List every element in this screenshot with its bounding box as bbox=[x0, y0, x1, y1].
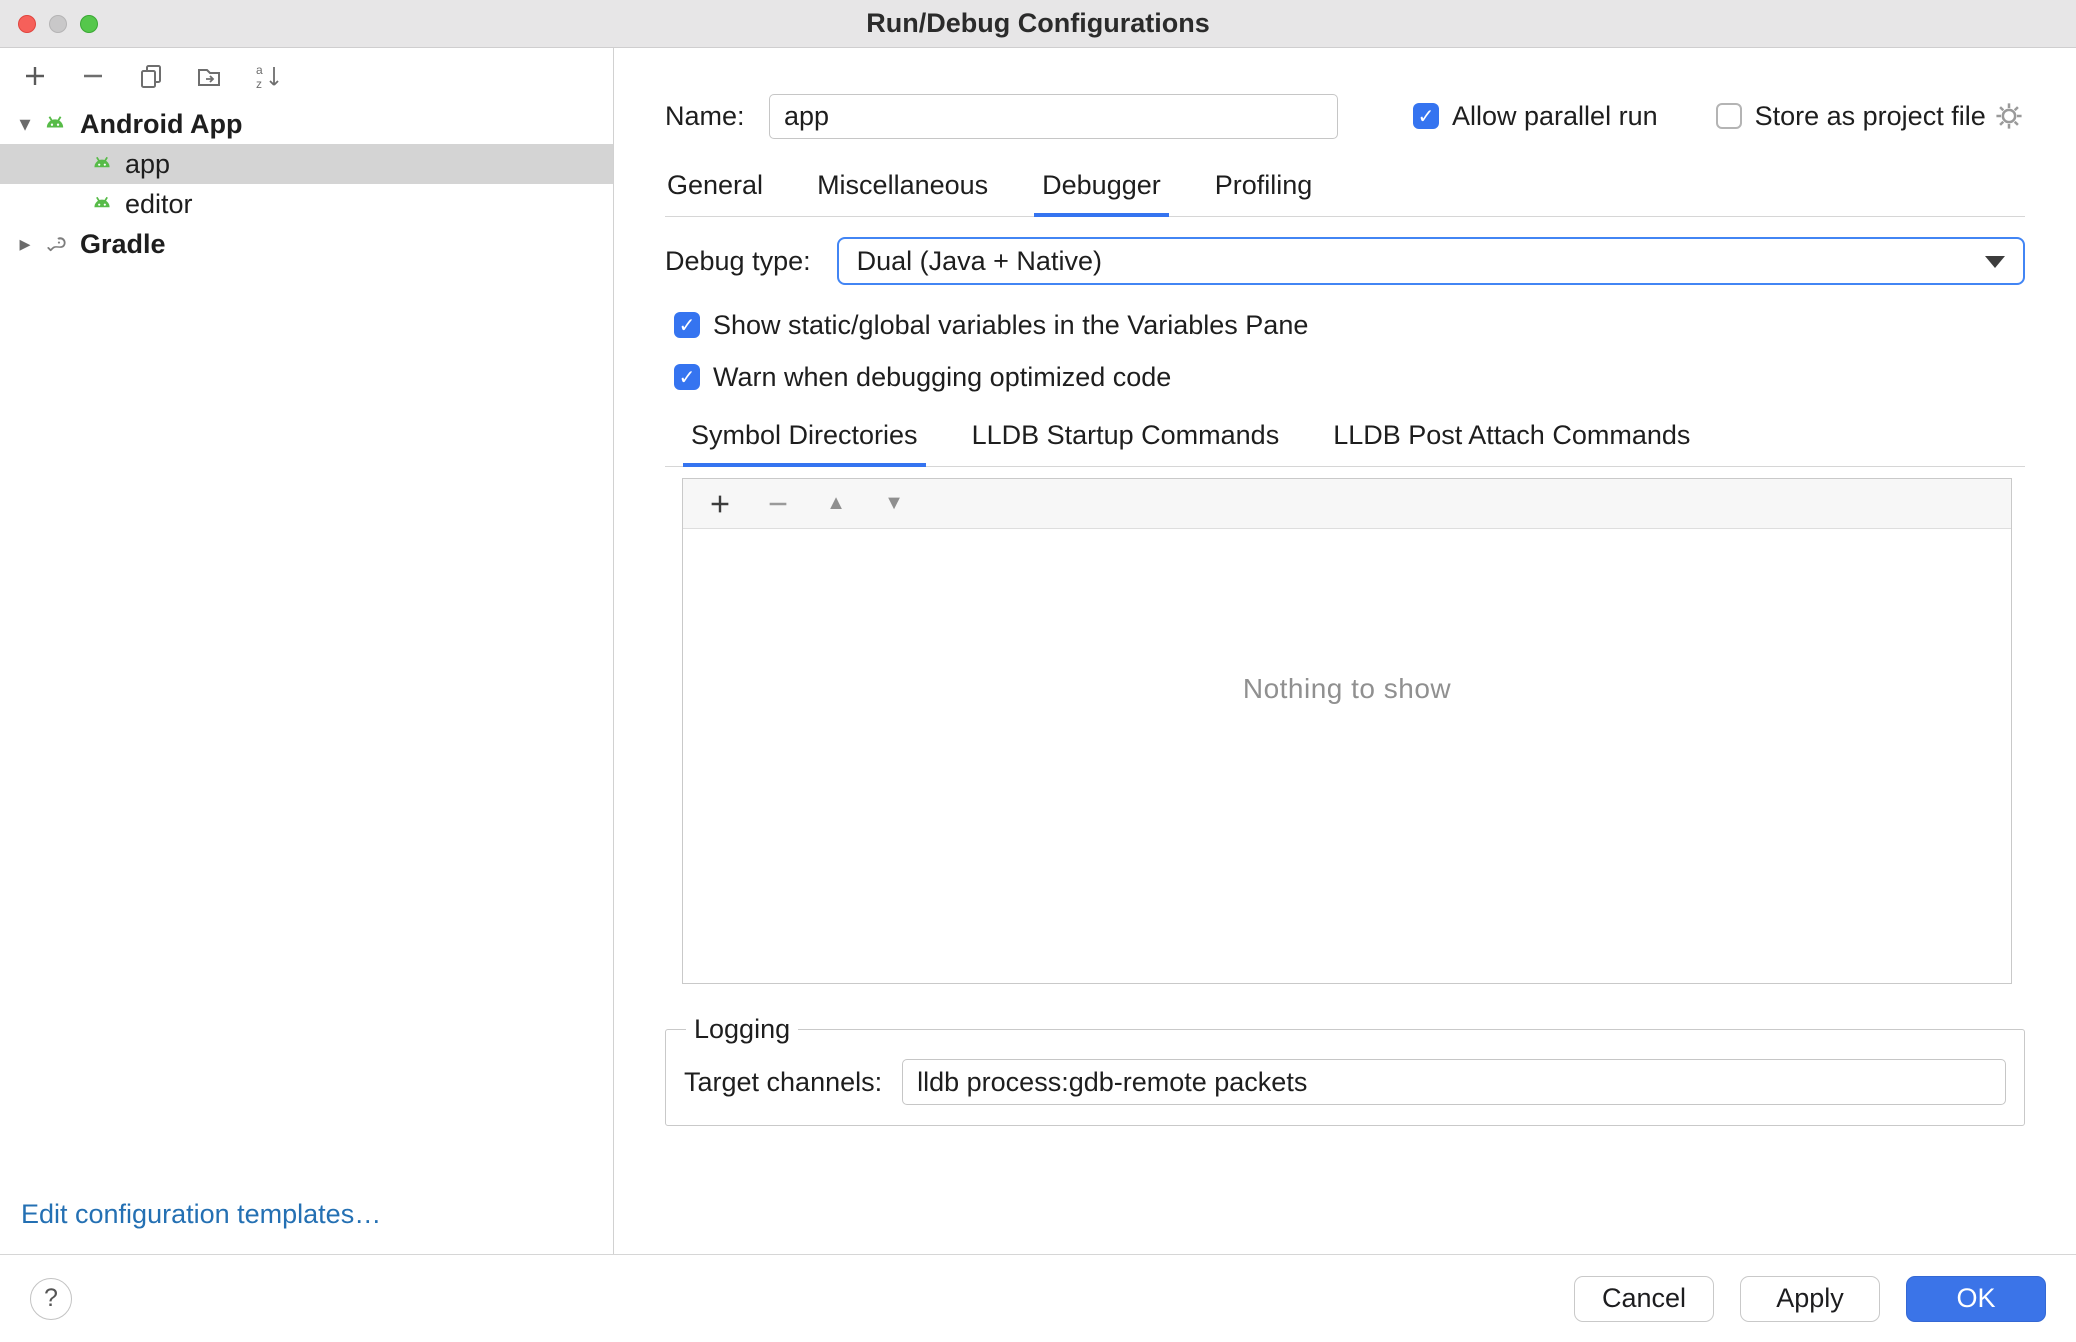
chevron-right-icon[interactable]: ▸ bbox=[10, 231, 40, 257]
show-static-variables-checkbox[interactable] bbox=[674, 312, 700, 338]
sort-icon[interactable]: a z bbox=[252, 61, 282, 91]
debugger-options: Show static/global variables in the Vari… bbox=[665, 299, 2025, 403]
name-row: Name: Allow parallel run Store as projec… bbox=[665, 92, 2025, 140]
tab-miscellaneous[interactable]: Miscellaneous bbox=[815, 170, 990, 216]
tab-profiling[interactable]: Profiling bbox=[1213, 170, 1315, 216]
name-label: Name: bbox=[665, 101, 755, 132]
apply-button[interactable]: Apply bbox=[1740, 1276, 1880, 1322]
debug-type-value: Dual (Java + Native) bbox=[857, 246, 1102, 277]
chevron-down-icon[interactable]: ▾ bbox=[10, 111, 40, 137]
show-static-variables-option[interactable]: Show static/global variables in the Vari… bbox=[665, 299, 2025, 351]
lldb-subtabs: Symbol Directories LLDB Startup Commands… bbox=[665, 420, 2025, 467]
tree-group-android-app[interactable]: ▾ Android App bbox=[0, 104, 613, 144]
move-up-icon[interactable]: ▲ bbox=[821, 489, 851, 519]
svg-text:z: z bbox=[256, 77, 262, 90]
tree-group-label: Android App bbox=[80, 109, 242, 140]
android-icon bbox=[87, 189, 117, 219]
move-down-icon[interactable]: ▼ bbox=[879, 489, 909, 519]
store-as-project-file-label: Store as project file bbox=[1755, 101, 1986, 132]
tab-general[interactable]: General bbox=[665, 170, 765, 216]
tab-lldb-post-attach-commands[interactable]: LLDB Post Attach Commands bbox=[1331, 420, 1692, 466]
allow-parallel-run-option[interactable]: Allow parallel run bbox=[1413, 101, 1658, 132]
sidebar-toolbar: a z bbox=[0, 48, 613, 104]
help-button[interactable]: ? bbox=[30, 1278, 72, 1320]
run-debug-configurations-dialog: Run/Debug Configurations bbox=[0, 0, 2076, 1342]
edit-configuration-templates-link[interactable]: Edit configuration templates… bbox=[21, 1199, 381, 1230]
new-folder-icon[interactable] bbox=[194, 61, 224, 91]
warn-optimized-code-option[interactable]: Warn when debugging optimized code bbox=[665, 351, 2025, 403]
remove-icon[interactable] bbox=[78, 61, 108, 91]
configurations-tree: ▾ Android App bbox=[0, 104, 613, 264]
symbol-directories-table: ▲ ▼ Nothing to show bbox=[682, 478, 2012, 984]
config-tabs: General Miscellaneous Debugger Profiling bbox=[665, 170, 2025, 217]
ok-button[interactable]: OK bbox=[1906, 1276, 2046, 1322]
window-title: Run/Debug Configurations bbox=[866, 8, 1209, 39]
debug-type-dropdown[interactable]: Dual (Java + Native) bbox=[837, 237, 2025, 285]
store-as-project-file-checkbox[interactable] bbox=[1716, 103, 1742, 129]
svg-text:a: a bbox=[256, 63, 263, 77]
copy-icon[interactable] bbox=[136, 61, 166, 91]
android-icon bbox=[87, 149, 117, 179]
window-controls bbox=[18, 0, 98, 47]
tree-group-gradle[interactable]: ▸ Gradle bbox=[0, 224, 613, 264]
allow-parallel-run-label: Allow parallel run bbox=[1452, 101, 1658, 132]
footer-buttons: Cancel Apply OK bbox=[1574, 1276, 2046, 1322]
warn-optimized-code-label: Warn when debugging optimized code bbox=[713, 362, 1171, 393]
debug-type-row: Debug type: Dual (Java + Native) bbox=[665, 237, 2025, 285]
tree-item-editor[interactable]: editor bbox=[0, 184, 613, 224]
gradle-icon bbox=[40, 229, 70, 259]
warn-optimized-code-checkbox[interactable] bbox=[674, 364, 700, 390]
tree-item-label: app bbox=[125, 149, 170, 180]
close-window-button[interactable] bbox=[18, 15, 36, 33]
dialog-footer: ? Cancel Apply OK bbox=[0, 1254, 2076, 1342]
logging-group: Logging Target channels: bbox=[665, 1014, 2025, 1126]
question-mark-icon: ? bbox=[44, 1284, 58, 1313]
tree-item-app[interactable]: app bbox=[0, 144, 613, 184]
zoom-window-button[interactable] bbox=[80, 15, 98, 33]
target-channels-label: Target channels: bbox=[684, 1067, 882, 1098]
cancel-button[interactable]: Cancel bbox=[1574, 1276, 1714, 1322]
store-as-project-file-option[interactable]: Store as project file bbox=[1716, 101, 1986, 132]
tab-symbol-directories[interactable]: Symbol Directories bbox=[689, 420, 920, 466]
minimize-window-button[interactable] bbox=[49, 15, 67, 33]
target-channels-row: Target channels: bbox=[684, 1059, 2006, 1105]
show-static-variables-label: Show static/global variables in the Vari… bbox=[713, 310, 1308, 341]
empty-state-text: Nothing to show bbox=[1243, 673, 1451, 705]
tree-group-label: Gradle bbox=[80, 229, 166, 260]
logging-legend: Logging bbox=[686, 1014, 798, 1045]
gear-icon[interactable] bbox=[1993, 100, 2025, 132]
remove-icon[interactable] bbox=[763, 489, 793, 519]
debug-type-label: Debug type: bbox=[665, 246, 811, 277]
tab-debugger[interactable]: Debugger bbox=[1040, 170, 1163, 216]
add-icon[interactable] bbox=[705, 489, 735, 519]
table-empty-state: Nothing to show bbox=[683, 529, 2011, 983]
allow-parallel-run-checkbox[interactable] bbox=[1413, 103, 1439, 129]
chevron-down-icon bbox=[1985, 256, 2005, 268]
tree-item-label: editor bbox=[125, 189, 193, 220]
configurations-sidebar: a z ▾ Android App bbox=[0, 48, 614, 1254]
titlebar: Run/Debug Configurations bbox=[0, 0, 2076, 48]
table-toolbar: ▲ ▼ bbox=[683, 479, 2011, 529]
android-icon bbox=[40, 109, 70, 139]
target-channels-input[interactable] bbox=[902, 1059, 2006, 1105]
add-icon[interactable] bbox=[20, 61, 50, 91]
tab-lldb-startup-commands[interactable]: LLDB Startup Commands bbox=[970, 420, 1282, 466]
name-input[interactable] bbox=[769, 94, 1338, 139]
configuration-form: Name: Allow parallel run Store as projec… bbox=[614, 48, 2076, 1254]
